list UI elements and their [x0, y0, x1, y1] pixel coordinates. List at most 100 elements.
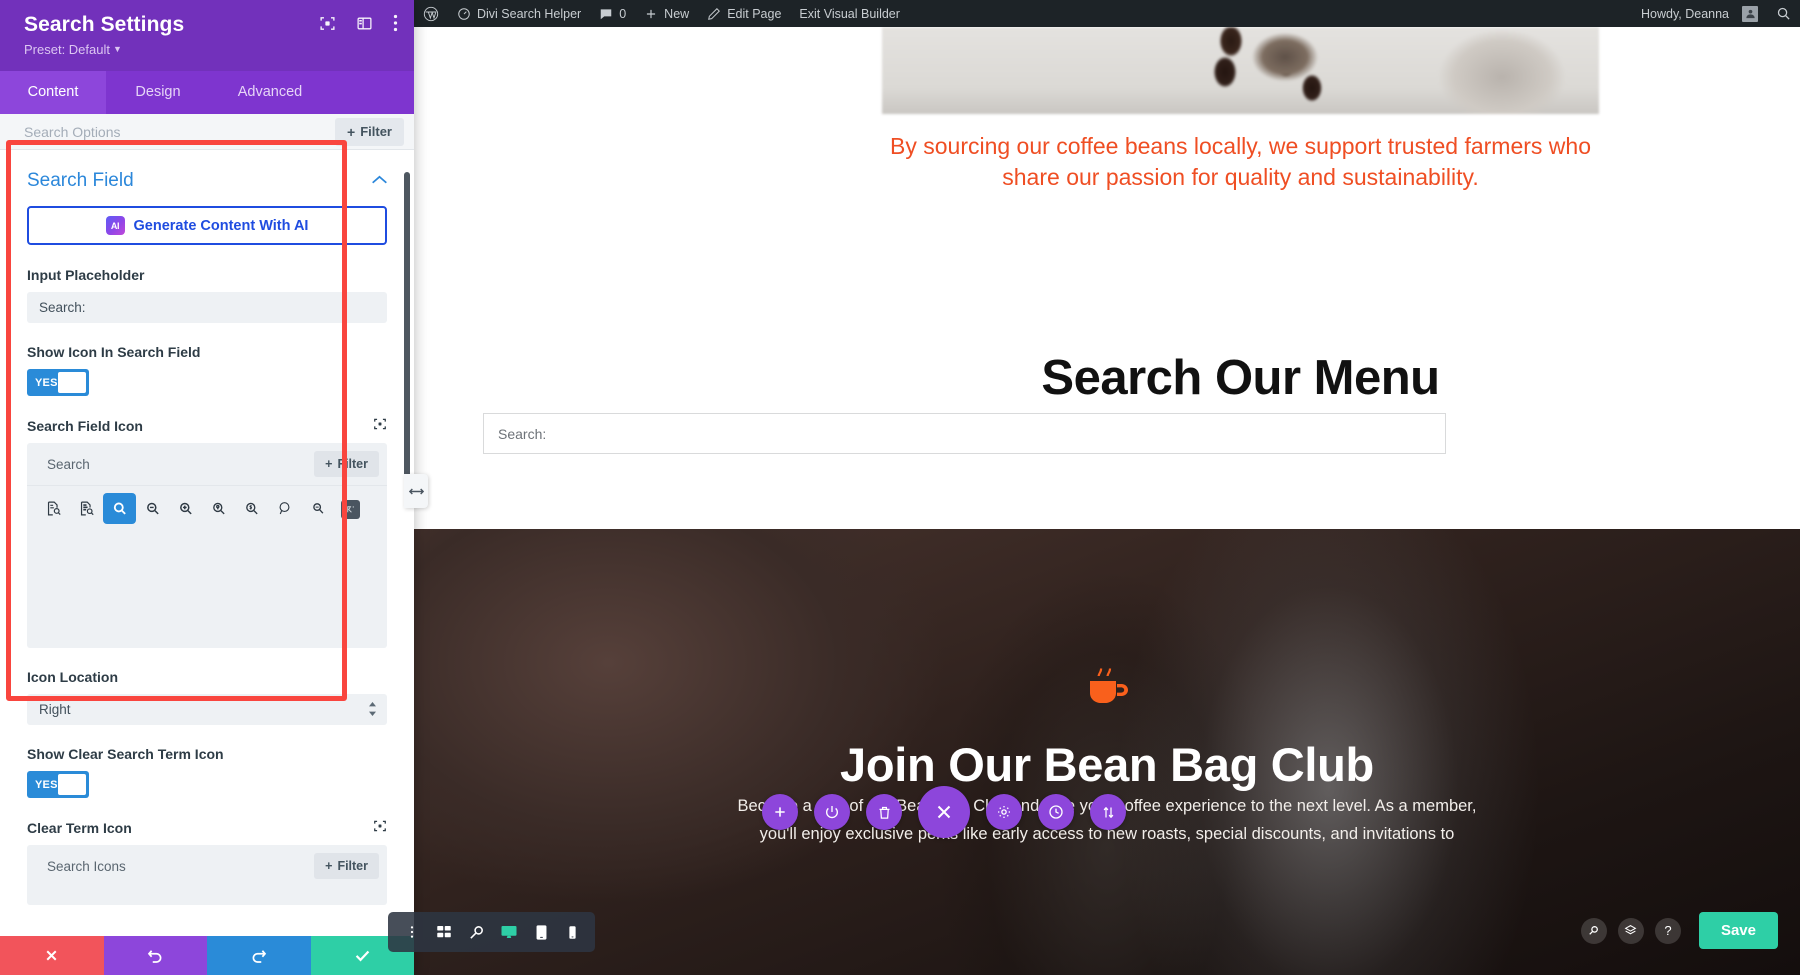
help-icon[interactable]: ?	[1654, 917, 1681, 944]
search-field-section-header[interactable]: Search Field	[0, 150, 414, 206]
zoom-out-icon[interactable]	[136, 493, 169, 524]
divi-right-actions: ? Save	[1580, 912, 1778, 949]
settings-scrollbar-thumb[interactable]	[404, 172, 410, 503]
wireframe-view-icon[interactable]	[435, 923, 453, 941]
search-field-section-body: AI Generate Content With AI Input Placeh…	[0, 206, 414, 906]
clock-icon	[1049, 805, 1063, 819]
icon-location-select[interactable]: Right	[27, 694, 387, 726]
edit-page-label: Edit Page	[727, 6, 782, 21]
show-icon-field: Show Icon In Search Field YES	[27, 344, 387, 397]
show-clear-toggle[interactable]: YES	[27, 771, 89, 799]
save-button[interactable]: Save	[1698, 912, 1778, 949]
raw-glyph-icon[interactable]	[341, 500, 360, 520]
magnifier-location-icon[interactable]	[202, 493, 235, 524]
filter-label: Filter	[360, 124, 392, 140]
wp-admin-bar-exit-visual-builder[interactable]: Exit Visual Builder	[790, 0, 909, 27]
undo-button[interactable]	[103, 936, 207, 975]
power-button[interactable]	[814, 794, 850, 830]
wp-admin-bar-account[interactable]: Howdy, Deanna	[1632, 0, 1767, 27]
clear-icon-filter-label: Filter	[337, 859, 368, 874]
settings-button[interactable]	[986, 794, 1022, 830]
settings-scroll-area[interactable]: Search Field AI Generate Content With AI…	[0, 150, 414, 936]
responsive-preview-icon[interactable]	[319, 15, 336, 32]
sort-icon	[1103, 806, 1113, 818]
toggle-yes-label: YES	[35, 376, 58, 389]
delete-button[interactable]	[866, 794, 902, 830]
close-builder-button[interactable]	[918, 786, 970, 838]
settings-tabs: Content Design Advanced	[0, 71, 414, 115]
search-options-input[interactable]: Search Options	[24, 124, 121, 140]
history-button[interactable]	[1038, 794, 1074, 830]
responsive-preview-icon[interactable]	[373, 417, 387, 434]
tab-advanced[interactable]: Advanced	[210, 71, 330, 114]
wp-admin-bar-comments[interactable]: 0	[590, 0, 635, 27]
preview-search-placeholder: Search:	[498, 425, 547, 442]
search-field-icon-label-row: Search Field Icon	[27, 417, 387, 434]
plus-icon: +	[347, 123, 356, 140]
close-icon	[937, 805, 951, 819]
select-arrows-icon	[368, 702, 377, 717]
search-settings-panel: Search Settings Preset: Default ▼ Conten…	[0, 0, 414, 975]
desktop-view-icon[interactable]	[500, 923, 518, 941]
wp-admin-bar-edit-page[interactable]: Edit Page	[698, 0, 790, 27]
magnifier-small-icon[interactable]	[301, 493, 334, 524]
preview-search-field[interactable]: Search:	[483, 413, 1446, 454]
zoom-out-view-icon[interactable]	[468, 924, 485, 941]
more-vertical-icon[interactable]	[404, 924, 420, 940]
chevron-up-icon[interactable]	[371, 172, 388, 190]
generate-content-with-ai-button[interactable]: AI Generate Content With AI	[27, 206, 387, 246]
layout-columns-icon[interactable]	[356, 15, 373, 32]
wp-admin-bar-new[interactable]: New	[635, 0, 698, 27]
icon-picker-toolbar: Search + Filter	[27, 443, 387, 485]
responsive-preview-icon[interactable]	[373, 819, 387, 836]
menu-heading: Search Our Menu	[1041, 351, 1440, 405]
tab-design[interactable]: Design	[106, 71, 210, 114]
ai-badge-icon: AI	[105, 216, 125, 236]
more-options-icon[interactable]	[393, 14, 398, 32]
input-placeholder-input[interactable]	[27, 292, 387, 324]
filter-button[interactable]: + Filter	[335, 117, 404, 146]
search-field-icon-field: Search Field Icon Search + Filter	[27, 417, 387, 649]
magnifier-dollar-icon[interactable]	[235, 493, 268, 524]
search-field-icon-label: Search Field Icon	[27, 417, 143, 434]
clear-icon-search-input[interactable]: Search Icons	[47, 859, 126, 874]
magnifier-outline-icon[interactable]	[268, 493, 301, 524]
redo-button[interactable]	[207, 936, 311, 975]
file-search-icon[interactable]	[70, 493, 103, 524]
magnifier-icon[interactable]	[103, 493, 136, 525]
wp-admin-bar-logo[interactable]	[414, 0, 448, 27]
search-icon	[1777, 7, 1790, 20]
coffee-cup-icon	[1081, 664, 1133, 717]
show-icon-toggle[interactable]: YES	[27, 369, 89, 397]
ai-button-label: Generate Content With AI	[133, 217, 309, 234]
exit-vb-label: Exit Visual Builder	[799, 6, 900, 21]
dashboard-icon	[458, 7, 470, 20]
toggle-knob	[58, 372, 86, 394]
search-icon[interactable]	[1580, 917, 1607, 944]
clear-icon-filter-button[interactable]: + Filter	[314, 853, 379, 880]
pencil-icon	[708, 7, 721, 20]
tablet-view-icon[interactable]	[533, 924, 550, 941]
input-placeholder-label: Input Placeholder	[27, 267, 145, 284]
trash-icon	[879, 806, 889, 819]
tab-content[interactable]: Content	[0, 71, 106, 115]
document-search-icon[interactable]	[37, 493, 70, 524]
icon-search-input[interactable]: Search	[47, 457, 90, 472]
preset-label: Preset: Default	[24, 42, 110, 58]
zoom-in-icon[interactable]	[169, 493, 202, 524]
sort-button[interactable]	[1090, 794, 1126, 830]
icon-filter-label: Filter	[337, 457, 368, 472]
discard-button[interactable]	[0, 936, 104, 975]
show-clear-search-term-field: Show Clear Search Term Icon YES	[27, 746, 387, 799]
input-placeholder-field: Input Placeholder	[27, 267, 387, 324]
icon-filter-button[interactable]: + Filter	[314, 451, 379, 478]
layers-icon[interactable]	[1617, 917, 1644, 944]
add-module-button[interactable]	[762, 794, 798, 830]
panel-resize-handle[interactable]	[404, 474, 428, 508]
clear-term-icon-label: Clear Term Icon	[27, 819, 132, 836]
phone-view-icon[interactable]	[565, 925, 580, 940]
preset-selector[interactable]: Preset: Default ▼	[24, 42, 396, 57]
wp-admin-bar-search[interactable]	[1767, 0, 1800, 27]
search-field-icon-picker: Search + Filter	[27, 443, 387, 649]
wp-admin-bar-site-name[interactable]: Divi Search Helper	[448, 0, 590, 27]
